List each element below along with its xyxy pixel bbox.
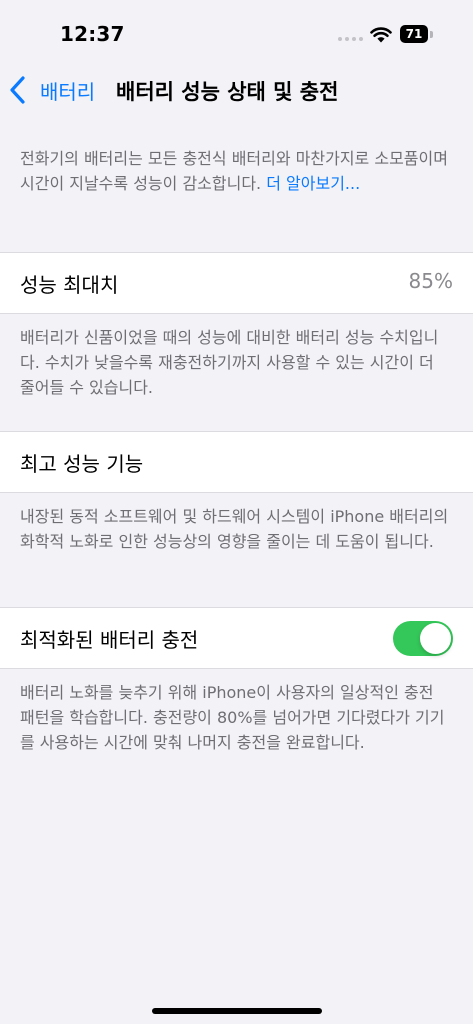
maximum-capacity-footnote: 배터리가 신품이었을 때의 성능에 대비한 배터리 성능 수치입니다. 수치가 … — [20, 328, 439, 397]
back-button[interactable]: 배터리 — [8, 72, 95, 108]
navigation-bar: 배터리 배터리 성능 상태 및 충전 — [0, 70, 473, 110]
optimized-charging-footnote: 배터리 노화를 늦추기 위해 iPhone이 사용자의 일상적인 충전 패턴을 … — [20, 683, 445, 752]
wifi-icon — [370, 27, 392, 43]
peak-performance-footnote: 내장된 동적 소프트웨어 및 하드웨어 시스템이 iPhone 배터리의 화학적… — [20, 507, 449, 551]
peak-performance-label: 최고 성능 기능 — [20, 452, 144, 476]
optimized-charging-row: 최적화된 배터리 충전 — [0, 607, 473, 669]
maximum-capacity-label: 성능 최대치 — [20, 273, 119, 297]
maximum-capacity-value: 85% — [408, 269, 453, 293]
intro-description: 전화기의 배터리는 모든 충전식 배터리와 마찬가지로 소모품이며 시간이 지날… — [20, 149, 448, 193]
peak-performance-row: 최고 성능 기능 — [0, 431, 473, 493]
chevron-left-icon — [10, 76, 25, 104]
optimized-charging-label: 최적화된 배터리 충전 — [20, 628, 199, 652]
page-title: 배터리 성능 상태 및 충전 — [116, 80, 339, 104]
battery-level: 71 — [405, 27, 423, 41]
intro-text: 전화기의 배터리는 모든 충전식 배터리와 마찬가지로 소모품이며 시간이 지날… — [20, 146, 452, 196]
battery-icon: 71 — [400, 25, 428, 43]
maximum-capacity-row: 성능 최대치 85% — [0, 252, 473, 314]
learn-more-link[interactable]: 더 알아보기... — [266, 174, 360, 193]
status-time: 12:37 — [60, 22, 125, 46]
back-label: 배터리 — [40, 79, 96, 104]
home-indicator[interactable] — [152, 1008, 322, 1014]
toggle-knob — [420, 623, 451, 654]
status-bar: 12:37 71 — [0, 0, 473, 64]
cellular-signal-icon — [338, 37, 363, 41]
battery-cap — [430, 31, 433, 38]
optimized-charging-toggle[interactable] — [393, 621, 453, 656]
